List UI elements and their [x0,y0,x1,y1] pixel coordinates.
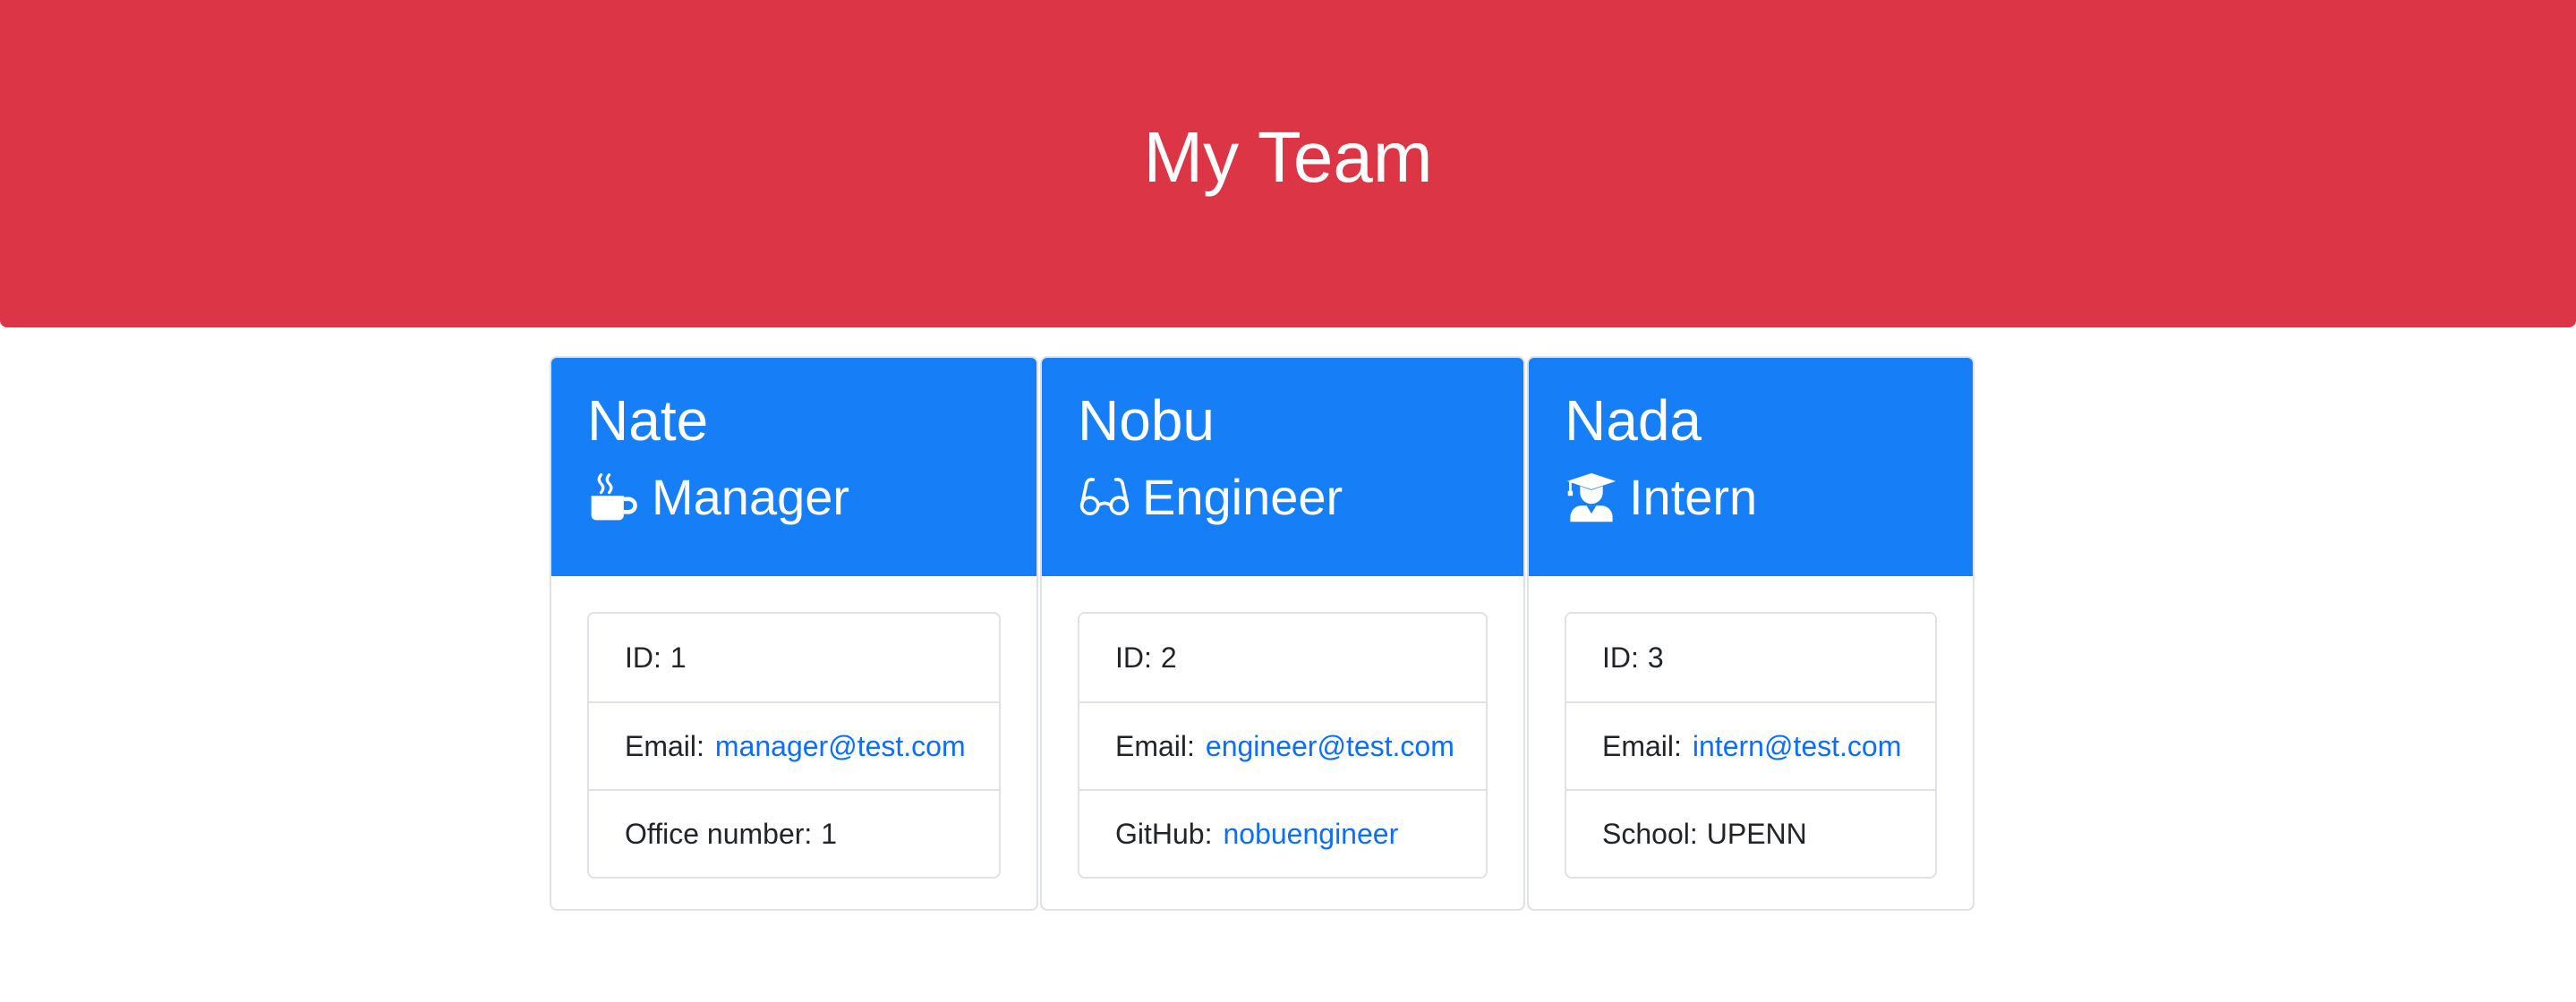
mug-hot-icon [587,471,641,524]
github-row: GitHub: nobuengineer [1079,789,1486,877]
employee-role: Intern [1565,469,1973,526]
role-label: Engineer [1142,469,1343,525]
id-value: 1 [670,641,687,674]
page-title: My Team [1143,117,1433,197]
id-label: ID: [1115,641,1152,674]
team-cards: Nate Manager ID: 1 Email: manager@test.c… [550,356,1975,911]
school-value: UPENN [1706,817,1807,850]
school-row: School: UPENN [1566,789,1935,877]
card-body: ID: 1 Email: manager@test.com Office num… [551,576,1036,879]
github-label: GitHub: [1115,817,1213,850]
employee-role: Engineer [1078,469,1523,526]
card-header: Nate Manager [551,358,1036,576]
email-row: Email: intern@test.com [1566,701,1935,789]
glasses-icon [1078,471,1131,524]
id-label: ID: [1602,641,1639,674]
school-label: School: [1602,817,1698,850]
office-number-row: Office number: 1 [589,789,999,877]
card-body: ID: 2 Email: engineer@test.com GitHub: n… [1042,576,1523,879]
card-body: ID: 3 Email: intern@test.com School: UPE… [1529,576,1973,879]
role-label: Intern [1629,469,1758,525]
employee-role: Manager [587,469,1036,526]
email-label: Email: [1115,729,1195,762]
email-row: Email: engineer@test.com [1079,701,1486,789]
info-list: ID: 2 Email: engineer@test.com GitHub: n… [1078,612,1488,879]
email-label: Email: [625,729,704,762]
user-graduate-icon [1565,471,1618,524]
office-number-value: 1 [821,817,838,850]
id-row: ID: 3 [1566,614,1935,701]
email-row: Email: manager@test.com [589,701,999,789]
id-row: ID: 1 [589,614,999,701]
info-list: ID: 3 Email: intern@test.com School: UPE… [1565,612,1937,879]
email-link[interactable]: engineer@test.com [1206,730,1454,763]
page-header: My Team [0,0,2576,327]
id-row: ID: 2 [1079,614,1486,701]
id-label: ID: [625,641,661,674]
email-link[interactable]: intern@test.com [1693,730,1901,763]
card-header: Nobu Engineer [1042,358,1523,576]
email-label: Email: [1602,729,1682,762]
employee-name: Nada [1565,388,1702,453]
employee-card-intern: Nada Intern ID: 3 Email: intern@test.com… [1527,356,1975,911]
id-value: 3 [1647,641,1664,674]
card-header: Nada Intern [1529,358,1973,576]
github-link[interactable]: nobuengineer [1223,818,1398,851]
info-list: ID: 1 Email: manager@test.com Office num… [587,612,1001,879]
role-label: Manager [652,469,850,525]
employee-card-engineer: Nobu Engineer ID: 2 Email: engineer@test… [1040,356,1525,911]
id-value: 2 [1160,641,1177,674]
employee-name: Nobu [1078,388,1215,453]
office-number-label: Office number: [625,817,813,850]
employee-card-manager: Nate Manager ID: 1 Email: manager@test.c… [550,356,1038,911]
email-link[interactable]: manager@test.com [715,730,966,763]
employee-name: Nate [587,388,709,453]
